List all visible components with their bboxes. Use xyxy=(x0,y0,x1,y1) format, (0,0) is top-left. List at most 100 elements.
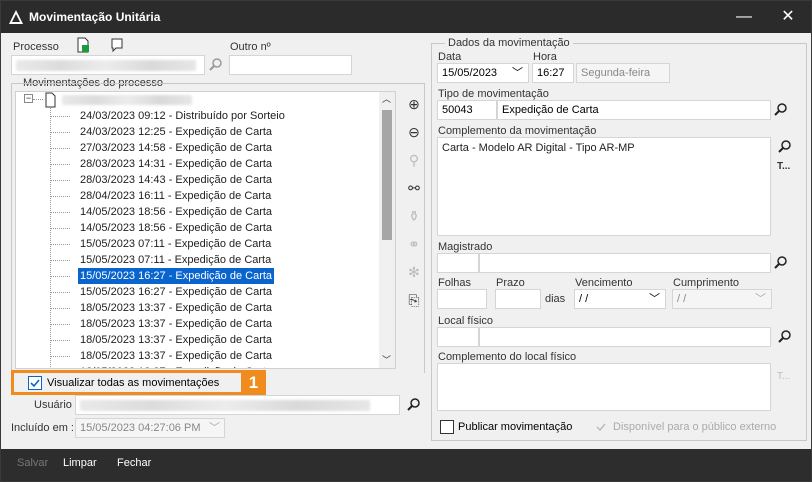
magistrate-label: Magistrado xyxy=(438,241,493,253)
movement-item[interactable]: 24/03/2023 12:25 - Expedição de Carta xyxy=(78,124,274,140)
time-label: Hora xyxy=(533,51,557,63)
text-template-button[interactable]: T... xyxy=(777,161,790,172)
user-field[interactable] xyxy=(75,395,400,415)
user-search-icon[interactable] xyxy=(406,397,422,413)
movement-item[interactable]: 28/03/2023 14:31 - Expedição de Carta xyxy=(78,156,274,172)
local-search-icon[interactable] xyxy=(777,329,793,345)
time-field[interactable]: 16:27 xyxy=(532,63,574,83)
tree-connector xyxy=(50,324,70,325)
document-green-icon[interactable] xyxy=(75,37,91,53)
included-date-field: 15/05/2023 04:27:06 PM ﹀ xyxy=(75,418,225,438)
local-complement-label: Complemento do local físico xyxy=(438,351,577,363)
movement-item[interactable]: 14/05/2023 18:56 - Expedição de Carta xyxy=(78,204,274,220)
note-icon[interactable] xyxy=(109,37,125,53)
movement-item[interactable]: 18/05/2023 13:37 - Expedição de Carta xyxy=(78,332,274,348)
date-field[interactable]: 15/05/2023 ﹀ xyxy=(437,63,529,83)
tree-connector xyxy=(50,228,70,229)
movement-item[interactable]: 28/04/2023 16:11 - Expedição de Carta xyxy=(78,188,273,204)
magistrate-name-field[interactable] xyxy=(479,253,771,273)
local-complement-textarea[interactable] xyxy=(437,363,771,411)
vencimento-field[interactable]: / / ﹀ xyxy=(574,289,666,309)
vencimento-dropdown-icon[interactable]: ﹀ xyxy=(649,290,660,308)
scroll-down-icon[interactable]: ﹀ xyxy=(382,353,391,366)
publish-checkbox[interactable] xyxy=(440,420,454,434)
weekday-field: Segunda-feira xyxy=(576,63,670,83)
movement-item[interactable]: 18/05/2023 13:37 - Expedição de Carta xyxy=(78,364,274,368)
add-movement-icon[interactable]: ⊕ xyxy=(405,95,423,113)
dialog-window: Movimentação Unitária — ✕ Processo Outro… xyxy=(0,0,812,482)
public-label: Disponível para o público externo xyxy=(613,421,777,433)
close-window-button[interactable]: ✕ xyxy=(773,7,803,27)
clear-button[interactable]: Limpar xyxy=(63,457,97,469)
search-icon[interactable] xyxy=(208,57,224,73)
type-code-field[interactable]: 50043 xyxy=(437,100,497,120)
movement-item[interactable]: 15/05/2023 16:27 - Expedição de Carta xyxy=(76,267,276,285)
local-code-field[interactable] xyxy=(437,327,479,347)
close-button[interactable]: Fechar xyxy=(117,457,151,469)
movement-item[interactable]: 14/05/2023 18:56 - Expedição de Carta xyxy=(78,220,274,236)
movements-tree[interactable]: − 24/03/2023 09:12 - Distribuído por Sor… xyxy=(15,91,396,369)
movement-item[interactable]: 27/03/2023 14:58 - Expedição de Carta xyxy=(78,140,274,156)
tree-connector xyxy=(50,292,70,293)
tree-connector xyxy=(50,148,70,149)
dias-label: dias xyxy=(545,293,566,305)
folhas-field[interactable] xyxy=(437,289,487,309)
tree-connector xyxy=(50,356,70,357)
tree-connector xyxy=(50,132,70,133)
link-users-icon[interactable]: ⚯ xyxy=(405,179,423,197)
copy-settings-icon[interactable]: ⎘ xyxy=(405,291,423,309)
tree-connector xyxy=(50,116,70,117)
other-number-field[interactable] xyxy=(229,55,352,75)
title-bar: Movimentação Unitária — ✕ xyxy=(1,1,811,33)
local-label: Local físico xyxy=(438,315,494,327)
chain-icon: ⚭ xyxy=(408,236,420,252)
date-label: Data xyxy=(438,51,462,63)
calendar-dropdown-icon[interactable]: ﹀ xyxy=(512,64,523,82)
publish-label[interactable]: Publicar movimentação xyxy=(458,421,572,433)
scroll-thumb[interactable] xyxy=(382,110,392,240)
movement-item[interactable]: 28/03/2023 14:43 - Expedição de Carta xyxy=(78,172,274,188)
user-label: Usuário xyxy=(34,399,72,411)
folhas-label: Folhas xyxy=(438,277,472,289)
complement-textarea[interactable]: Carta - Modelo AR Digital - Tipo AR-MP xyxy=(437,137,771,236)
complement-search-icon[interactable] xyxy=(777,139,793,155)
cumprimento-field: / / ﹀ xyxy=(672,289,772,309)
movement-item[interactable]: 18/05/2023 13:37 - Expedição de Carta xyxy=(78,348,274,364)
app-logo-icon xyxy=(9,10,23,24)
type-label: Tipo de movimentação xyxy=(438,88,549,100)
movement-item[interactable]: 15/05/2023 07:11 - Expedição de Carta xyxy=(78,236,273,252)
movement-item[interactable]: 15/05/2023 16:27 - Expedição de Carta xyxy=(78,284,274,300)
process-doc-icon xyxy=(45,92,56,108)
public-check-icon xyxy=(596,423,606,432)
remove-movement-icon[interactable]: ⊖ xyxy=(405,123,423,141)
action-bar: Salvar Limpar Fechar xyxy=(1,449,811,481)
user-doc-icon: ⚲ xyxy=(408,152,420,168)
process-number-field[interactable] xyxy=(11,55,205,75)
save-button[interactable]: Salvar xyxy=(17,457,48,469)
tree-connector xyxy=(50,340,70,341)
movement-item[interactable]: 24/03/2023 09:12 - Distribuído por Sorte… xyxy=(78,108,287,124)
tree-connector xyxy=(50,196,70,197)
prazo-field[interactable] xyxy=(495,289,541,309)
movement-item[interactable]: 18/05/2023 13:37 - Expedição de Carta xyxy=(78,300,274,316)
other-number-label: Outro nº xyxy=(230,41,271,53)
window-title: Movimentação Unitária xyxy=(29,10,161,24)
tree-connector xyxy=(50,308,70,309)
movement-item[interactable]: 18/05/2023 13:37 - Expedição de Carta xyxy=(78,316,274,332)
collapse-icon[interactable]: − xyxy=(24,94,33,103)
type-name-field[interactable]: Expedição de Carta xyxy=(497,100,771,120)
magistrate-code-field[interactable] xyxy=(437,253,479,273)
annotation-badge: 1 xyxy=(241,370,266,395)
local-name-field[interactable] xyxy=(479,327,771,347)
movement-item[interactable]: 15/05/2023 07:11 - Expedição de Carta xyxy=(78,252,273,268)
magistrate-search-icon[interactable] xyxy=(773,255,789,271)
tree-scrollbar[interactable]: ︿ ﹀ xyxy=(379,92,395,368)
cumprimento-dropdown-icon: ﹀ xyxy=(755,293,766,305)
type-search-icon[interactable] xyxy=(773,102,789,118)
scroll-up-icon[interactable]: ︿ xyxy=(382,92,391,105)
cumprimento-label: Cumprimento xyxy=(673,277,740,289)
tree-connector xyxy=(50,180,70,181)
complement-label: Complemento da movimentação xyxy=(438,125,597,137)
tree-connector xyxy=(50,276,70,277)
minimize-button[interactable]: — xyxy=(729,7,759,27)
